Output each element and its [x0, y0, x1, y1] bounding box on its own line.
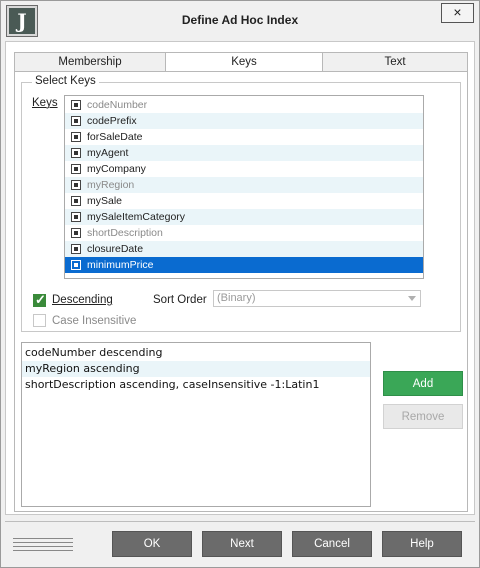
dialog-content: Membership Keys Text Select Keys Keys co…	[5, 41, 475, 515]
key-list-item-label: closureDate	[87, 243, 144, 255]
tab-keys[interactable]: Keys	[165, 52, 323, 72]
sort-order-label: Sort Order	[153, 294, 207, 306]
resize-grip-line	[13, 546, 73, 547]
resize-grip-line	[13, 550, 73, 551]
title-bar: J Define Ad Hoc Index ×	[1, 1, 479, 41]
key-checkbox-icon[interactable]	[71, 244, 81, 254]
add-button[interactable]: Add	[383, 371, 463, 396]
key-list-item-label: forSaleDate	[87, 131, 143, 143]
tab-strip: Membership Keys Text	[14, 52, 468, 72]
key-checkbox-icon[interactable]	[71, 132, 81, 142]
descending-label-text: Descending	[52, 294, 113, 306]
key-list-item[interactable]: codeNumber	[65, 97, 423, 113]
tab-text[interactable]: Text	[322, 52, 468, 72]
case-insensitive-checkbox[interactable]	[33, 314, 46, 327]
ok-button[interactable]: OK	[112, 531, 192, 557]
sort-order-value: (Binary)	[217, 292, 256, 304]
key-list-item[interactable]: minimumPrice	[65, 257, 423, 273]
key-list-item[interactable]: myRegion	[65, 177, 423, 193]
key-checkbox-icon[interactable]	[71, 180, 81, 190]
select-keys-legend: Select Keys	[32, 75, 99, 87]
keys-tab-panel: Select Keys Keys codeNumber codePrefix for…	[14, 71, 468, 512]
key-checkbox-icon[interactable]	[71, 148, 81, 158]
dialog-title: Define Ad Hoc Index	[181, 13, 299, 27]
descending-label: Descending	[52, 294, 113, 306]
key-checkbox-icon[interactable]	[71, 260, 81, 270]
defined-key-line[interactable]: shortDescription ascending, caseInsensit…	[22, 377, 370, 393]
key-list-item[interactable]: myCompany	[65, 161, 423, 177]
defined-keys-list[interactable]: codeNumber descending myRegion ascending…	[21, 342, 371, 507]
key-checkbox-icon[interactable]	[71, 116, 81, 126]
key-list-item[interactable]: forSaleDate	[65, 129, 423, 145]
resize-grip-line	[13, 538, 73, 539]
help-button[interactable]: Help	[382, 531, 462, 557]
chevron-down-icon	[408, 296, 416, 301]
key-list-item[interactable]: mySale	[65, 193, 423, 209]
close-button[interactable]: ×	[441, 3, 474, 23]
resize-grip-line	[13, 542, 73, 543]
footer-divider	[5, 521, 475, 522]
keys-list[interactable]: codeNumber codePrefix forSaleDate myAgent my…	[64, 95, 424, 279]
keys-label: Keys	[32, 97, 58, 109]
tab-membership[interactable]: Membership	[14, 52, 166, 72]
next-button[interactable]: Next	[202, 531, 282, 557]
remove-button[interactable]: Remove	[383, 404, 463, 429]
key-checkbox-icon[interactable]	[71, 100, 81, 110]
key-list-item-label: myAgent	[87, 147, 129, 159]
key-list-item[interactable]: myAgent	[65, 145, 423, 161]
sort-order-select[interactable]: (Binary)	[213, 290, 421, 307]
key-checkbox-icon[interactable]	[71, 196, 81, 206]
defined-key-line[interactable]: codeNumber descending	[22, 345, 370, 361]
key-checkbox-icon[interactable]	[71, 212, 81, 222]
descending-checkbox[interactable]	[33, 292, 46, 308]
key-checkbox-icon[interactable]	[71, 164, 81, 174]
key-list-item[interactable]: mySaleItemCategory	[65, 209, 423, 225]
key-list-item-label: codeNumber	[87, 99, 148, 111]
key-list-item-label: myRegion	[87, 179, 135, 191]
key-list-item-label: shortDescription	[87, 227, 163, 239]
key-list-item[interactable]: codePrefix	[65, 113, 423, 129]
key-list-item-label: mySale	[87, 195, 123, 207]
key-list-item[interactable]: shortDescription	[65, 225, 423, 241]
case-insensitive-label: Case Insensitive	[52, 315, 137, 327]
cancel-button[interactable]: Cancel	[292, 531, 372, 557]
key-list-item-label: codePrefix	[87, 115, 137, 127]
defined-key-line[interactable]: myRegion ascending	[22, 361, 370, 377]
key-checkbox-icon[interactable]	[71, 228, 81, 238]
dialog-window: J Define Ad Hoc Index × Membership Keys …	[0, 0, 480, 568]
key-list-item[interactable]: closureDate	[65, 241, 423, 257]
key-list-item-label: mySaleItemCategory	[87, 211, 186, 223]
key-list-item-label: myCompany	[87, 163, 146, 175]
key-list-item-label: minimumPrice	[87, 259, 154, 271]
